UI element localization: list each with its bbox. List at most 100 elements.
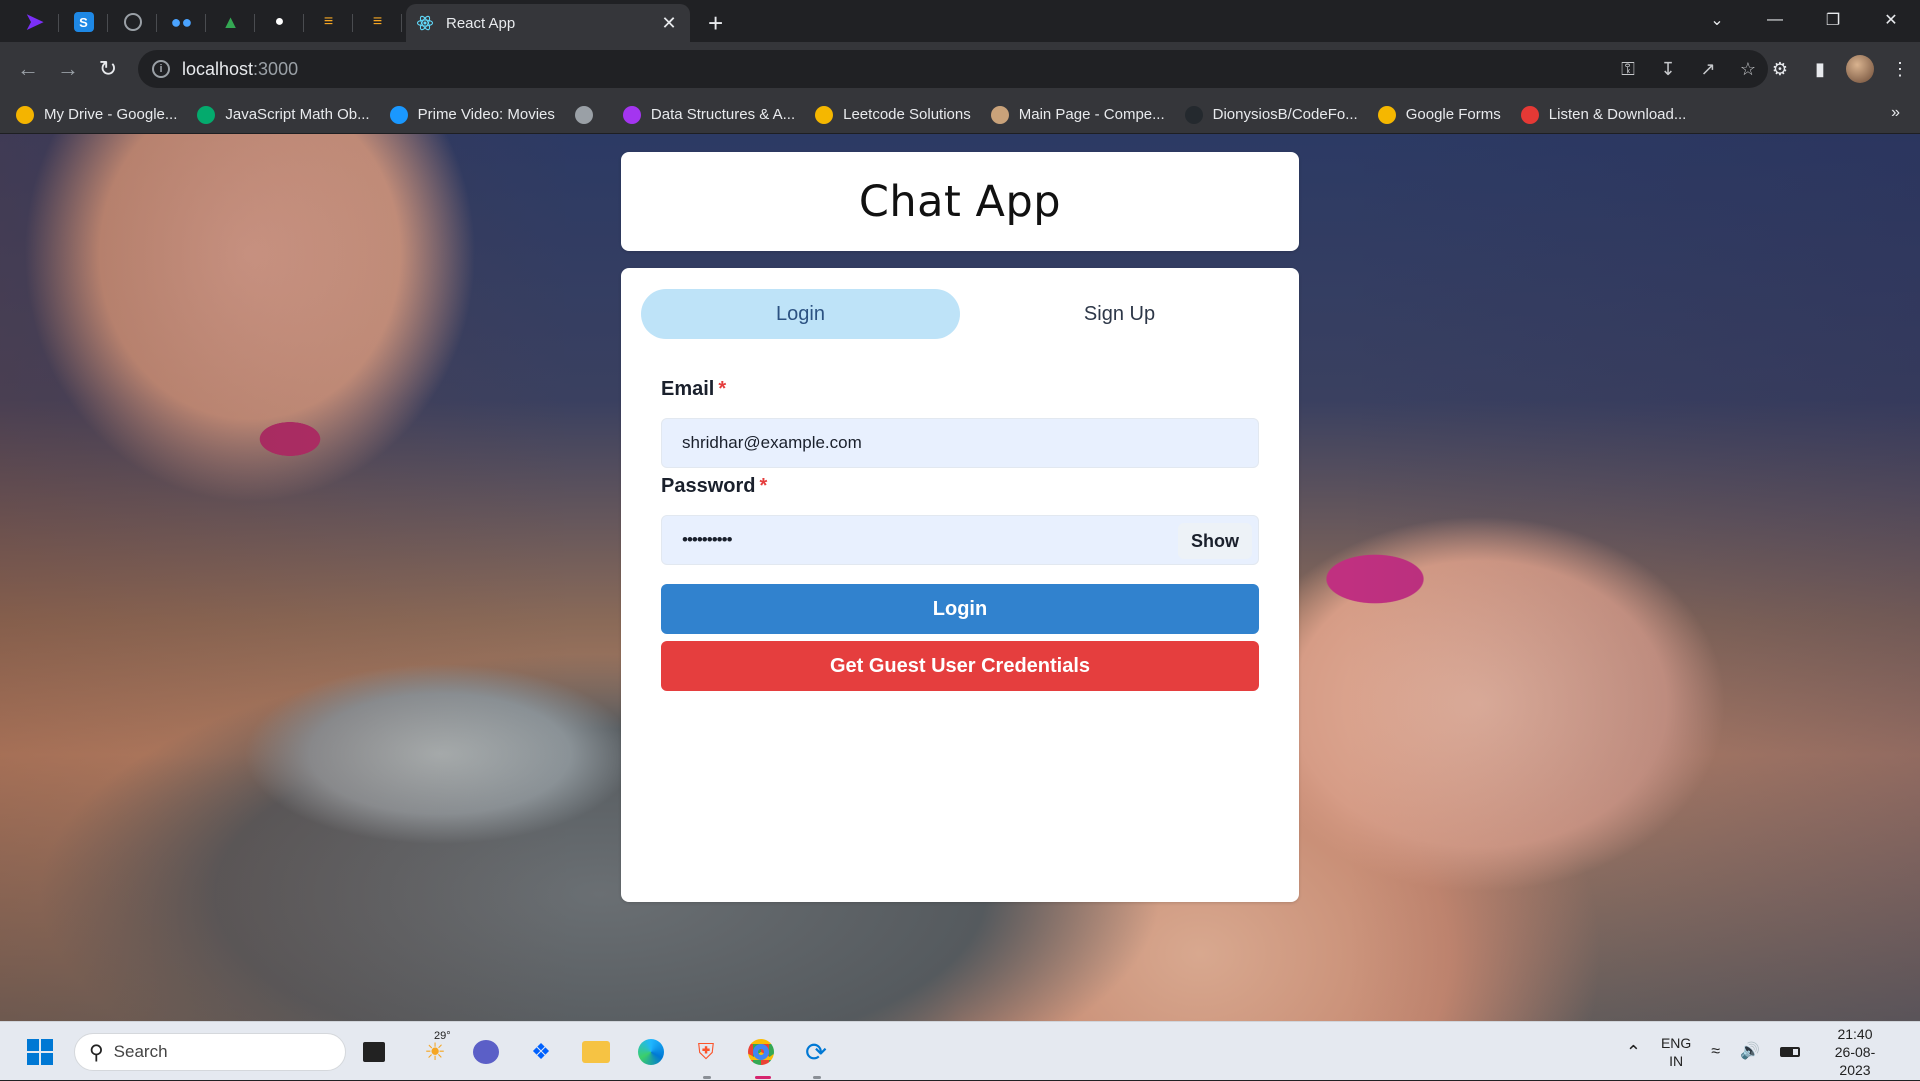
reload-icon[interactable]: ↻ <box>88 56 128 82</box>
pinned-tab[interactable] <box>108 2 157 42</box>
google-drive-icon <box>16 105 34 124</box>
pinned-tab[interactable]: ➤ <box>10 2 59 42</box>
system-tray: ⌃ ENG IN ≈ 🔊 21:40 26-08-2023 <box>1616 1022 1920 1081</box>
wifi-icon[interactable]: ≈ <box>1711 1043 1720 1061</box>
google-drive-icon: ▲ <box>221 11 240 32</box>
running-indicator <box>813 1076 821 1079</box>
auth-tabs: Login Sign Up <box>641 289 1279 339</box>
bookmark-label: Data Structures & A... <box>650 106 796 123</box>
emoji-icon <box>815 105 834 124</box>
profile-avatar[interactable] <box>1846 55 1874 83</box>
tab-search-icon[interactable]: ⌄ <box>1688 10 1746 30</box>
search-icon: ⚲ <box>89 1041 104 1064</box>
password-label-text: Password <box>661 475 756 497</box>
active-app-indicator <box>755 1076 771 1079</box>
s-app-icon: S <box>73 12 94 32</box>
clock[interactable]: 21:40 26-08-2023 <box>1820 1025 1910 1079</box>
page-background: Chat App Login Sign Up Email * shridhar@e… <box>0 134 1920 1021</box>
bookmark-item[interactable]: Listen & Download... <box>1520 105 1686 124</box>
bookmark-item[interactable]: My Drive - Google... <box>16 105 177 124</box>
bookmark-item[interactable]: Prime Video: Movies <box>389 105 555 124</box>
emoji-icon-2 <box>1377 105 1396 124</box>
url-host: localhost <box>182 58 254 79</box>
email-field[interactable]: shridhar@example.com <box>661 418 1259 468</box>
edge-icon[interactable] <box>635 1036 667 1068</box>
restore-icon[interactable]: ❐ <box>1804 10 1862 30</box>
toolbar-right: ⚙ ▮ ⋮ <box>1760 42 1920 96</box>
tab-login[interactable]: Login <box>641 289 960 339</box>
show-password-button[interactable]: Show <box>1178 523 1252 559</box>
vscode-icon[interactable]: ⟳ <box>800 1036 832 1068</box>
close-window-icon[interactable]: ✕ <box>1862 10 1920 30</box>
password-label: Password * <box>661 475 767 498</box>
bookmark-item[interactable]: Data Structures & A... <box>622 105 796 124</box>
pinned-tab[interactable]: ● <box>255 2 304 42</box>
volume-icon[interactable]: 🔊 <box>1740 1043 1760 1061</box>
language-line1: ENG <box>1660 1034 1692 1051</box>
task-view-icon[interactable] <box>358 1036 390 1068</box>
bookmark-label: Main Page - Compe... <box>1018 106 1165 123</box>
email-label-text: Email <box>661 378 715 400</box>
bookmark-item[interactable]: Main Page - Compe... <box>990 105 1165 124</box>
address-bar[interactable]: i localhost:3000 ⚿ ↧ ↗ ☆ <box>138 50 1768 88</box>
bookmark-label: Google Forms <box>1405 106 1501 123</box>
music-icon <box>1520 105 1539 124</box>
share-icon[interactable]: ↗ <box>1688 59 1728 80</box>
close-tab-icon[interactable]: ✕ <box>658 13 680 34</box>
search-placeholder: Search <box>113 1042 168 1061</box>
browser-toolbar: ← → ↻ i localhost:3000 ⚿ ↧ ↗ ☆ ⚙ ▮ ⋮ <box>0 42 1920 96</box>
dots-app-icon: ●● <box>170 11 193 32</box>
active-tab[interactable]: React App ✕ <box>406 4 690 42</box>
forward-icon[interactable]: → <box>48 56 88 82</box>
email-value: shridhar@example.com <box>682 433 862 452</box>
guest-credentials-button[interactable]: Get Guest User Credentials <box>661 641 1259 691</box>
bookmarks-overflow-icon[interactable]: » <box>1891 104 1900 122</box>
app-title: Chat App <box>858 176 1062 227</box>
required-mark: * <box>718 378 727 400</box>
windows-start-icon[interactable] <box>24 1036 56 1068</box>
language-indicator[interactable]: ENG IN <box>1661 1034 1691 1070</box>
teams-chat-icon[interactable] <box>470 1036 502 1068</box>
pinned-tab[interactable]: ≡ <box>304 2 353 42</box>
menu-icon[interactable]: ⋮ <box>1880 59 1920 80</box>
pinned-tab[interactable]: ≡ <box>353 2 402 42</box>
dropbox-icon[interactable]: ❖ <box>525 1036 557 1068</box>
bookmark-label: Leetcode Solutions <box>843 106 971 123</box>
udemy-icon <box>622 105 641 124</box>
taskbar: ⚲ Search ☀ 29° ❖ ⛨ ⟳ ⌃ ENG IN ≈ 🔊 21:40 … <box>0 1021 1920 1080</box>
chrome-icon[interactable] <box>745 1036 777 1068</box>
prime-video-icon <box>389 105 408 124</box>
window-controls: ⌄ — ❐ ✕ <box>1688 0 1920 40</box>
header-card: Chat App <box>621 152 1299 251</box>
password-field[interactable]: •••••••••• Show <box>661 515 1259 565</box>
taskbar-search[interactable]: ⚲ Search <box>74 1033 346 1071</box>
brave-icon[interactable]: ⛨ <box>690 1036 722 1068</box>
bookmark-item[interactable]: JavaScript Math Ob... <box>197 105 370 124</box>
react-icon <box>416 15 434 31</box>
battery-icon[interactable] <box>1780 1046 1800 1057</box>
bookmarks-bar: My Drive - Google... JavaScript Math Ob..… <box>0 96 1920 134</box>
github-icon <box>1184 105 1203 124</box>
install-icon[interactable]: ↧ <box>1648 59 1688 80</box>
weather-widget[interactable]: ☀ 29° <box>414 1030 456 1068</box>
login-button[interactable]: Login <box>661 584 1259 634</box>
bookmark-item[interactable]: DionysiosB/CodeFo... <box>1184 105 1358 124</box>
pinned-tab[interactable]: ▲ <box>206 2 255 42</box>
pinned-tab[interactable]: S <box>59 2 108 42</box>
pinned-tabs: ➤ S ●● ▲ ● ≡ ≡ <box>0 2 402 42</box>
chevron-up-icon[interactable]: ⌃ <box>1626 1043 1641 1061</box>
extensions-icon[interactable]: ⚙ <box>1760 59 1800 80</box>
site-info-icon[interactable]: i <box>152 60 170 78</box>
new-tab-icon[interactable]: + <box>708 10 723 36</box>
back-icon[interactable]: ← <box>8 56 48 82</box>
bookmark-item[interactable] <box>574 105 603 124</box>
clock-time: 21:40 <box>1837 1025 1873 1042</box>
pinned-tab[interactable]: ●● <box>157 2 206 42</box>
key-icon[interactable]: ⚿ <box>1608 59 1648 80</box>
minimize-icon[interactable]: — <box>1746 11 1804 29</box>
side-panel-icon[interactable]: ▮ <box>1800 59 1840 80</box>
file-explorer-icon[interactable] <box>580 1036 612 1068</box>
tab-signup[interactable]: Sign Up <box>960 289 1279 339</box>
bookmark-item[interactable]: Google Forms <box>1377 105 1501 124</box>
bookmark-item[interactable]: Leetcode Solutions <box>815 105 971 124</box>
